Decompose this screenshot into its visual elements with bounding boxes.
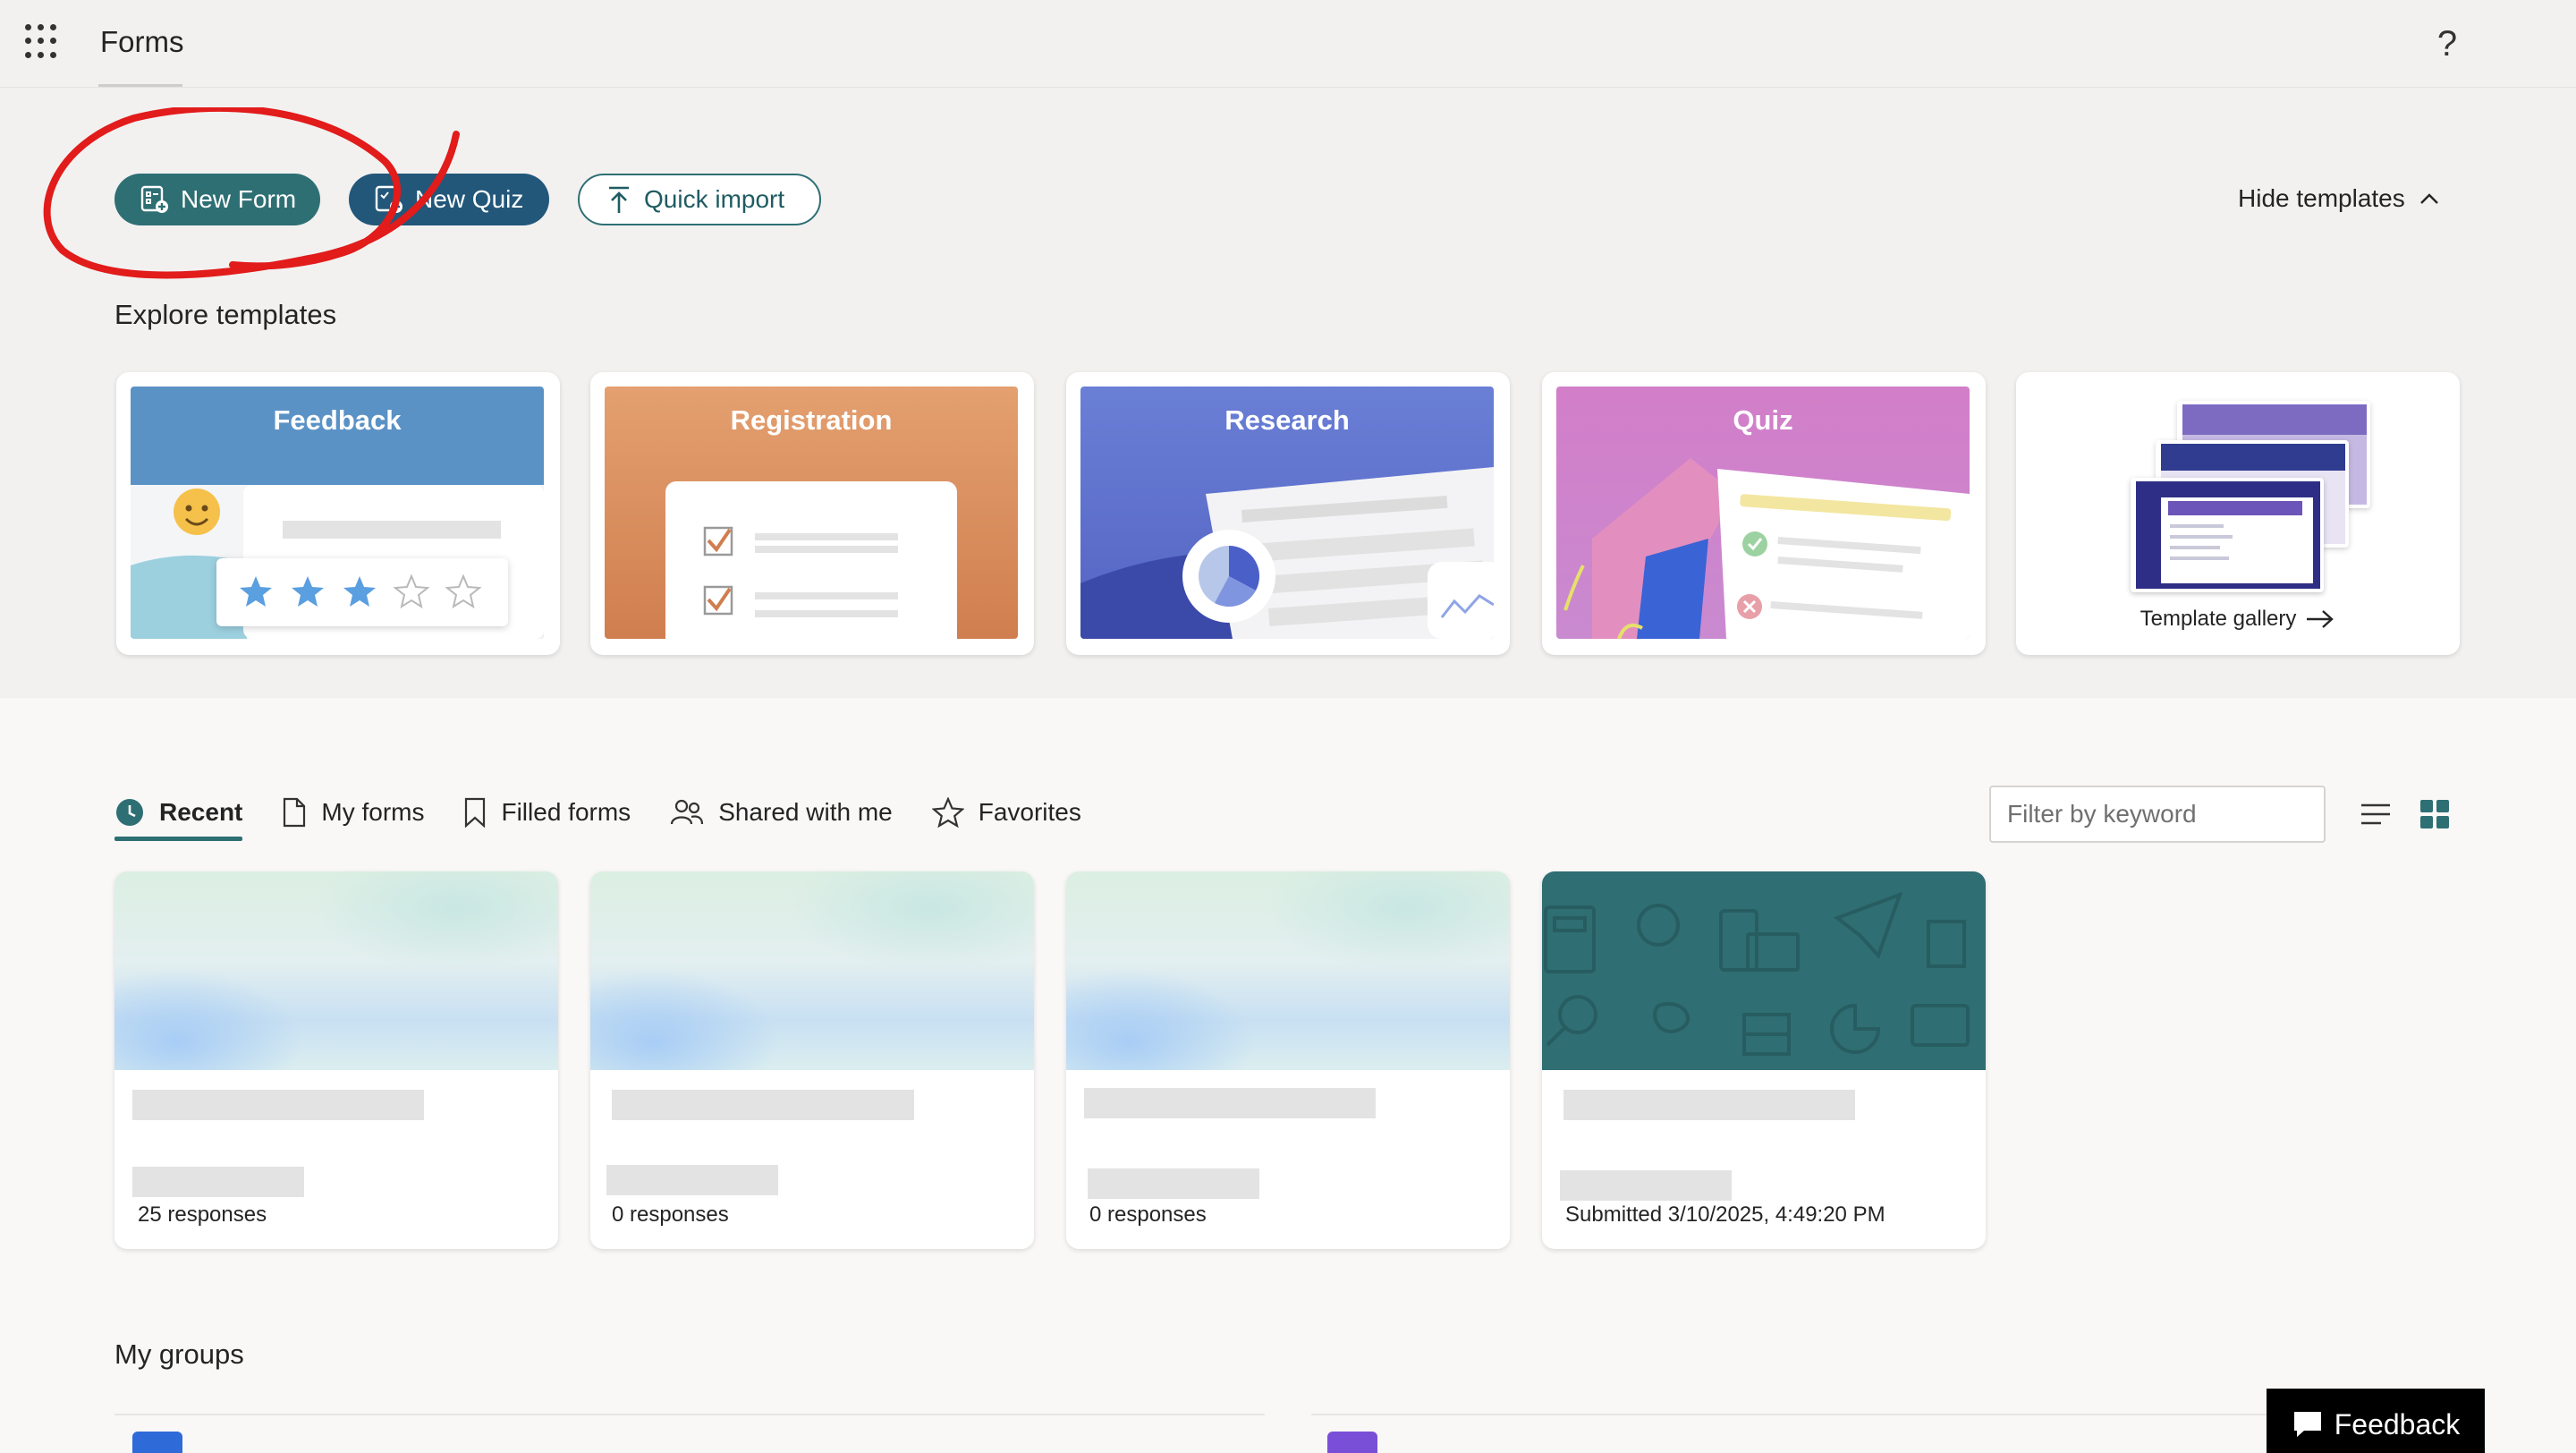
form-response-count: 25 responses bbox=[138, 1202, 267, 1227]
explore-templates-heading: Explore templates bbox=[114, 299, 337, 330]
form-card[interactable]: Submitted 3/10/2025, 4:49:20 PM bbox=[1542, 871, 1986, 1249]
template-gallery-label: Template gallery bbox=[2140, 607, 2297, 631]
form-thumbnail-teal bbox=[1542, 871, 1986, 1070]
chat-icon bbox=[2293, 1412, 2321, 1437]
new-quiz-icon bbox=[375, 185, 402, 213]
template-title-research: Research bbox=[1224, 404, 1350, 436]
template-title-quiz: Quiz bbox=[1733, 404, 1793, 436]
tab-shared-with-me-label: Shared with me bbox=[718, 798, 893, 826]
form-thumbnail bbox=[590, 871, 1034, 1070]
list-view-icon[interactable] bbox=[2358, 796, 2394, 832]
quiz-template-art: Quiz bbox=[1556, 387, 1970, 639]
form-thumbnail bbox=[1066, 871, 1510, 1070]
form-owner-placeholder bbox=[1560, 1170, 1732, 1201]
hide-templates-label: Hide templates bbox=[2238, 184, 2405, 212]
template-gallery-illustration bbox=[2131, 401, 2370, 592]
new-form-label: New Form bbox=[181, 185, 297, 213]
template-card-registration[interactable]: Registration bbox=[590, 372, 1034, 655]
templates-section: New Form New Quiz Quick import Hide temp… bbox=[0, 88, 2576, 698]
template-gallery-card[interactable]: Template gallery bbox=[2016, 372, 2460, 655]
tab-my-forms[interactable]: My forms bbox=[282, 787, 424, 837]
grid-view-icon[interactable] bbox=[2417, 796, 2453, 832]
app-header: Forms ? bbox=[0, 0, 2576, 88]
star-icon bbox=[931, 797, 964, 828]
feedback-button[interactable]: Feedback bbox=[2267, 1389, 2485, 1453]
template-title-registration: Registration bbox=[730, 404, 893, 436]
form-submitted-date: Submitted 3/10/2025, 4:49:20 PM bbox=[1565, 1202, 1885, 1227]
tab-filled-forms-label: Filled forms bbox=[501, 798, 631, 826]
form-doodle-pattern bbox=[1544, 891, 1970, 1056]
tab-filled-forms[interactable]: Filled forms bbox=[463, 787, 631, 837]
form-title-placeholder bbox=[132, 1090, 424, 1120]
group-avatar[interactable] bbox=[1327, 1432, 1377, 1453]
template-title-feedback: Feedback bbox=[273, 404, 402, 436]
form-card[interactable]: 0 responses bbox=[590, 871, 1034, 1249]
quick-import-button[interactable]: Quick import bbox=[578, 174, 821, 225]
filter-keyword-input[interactable] bbox=[1989, 786, 2326, 843]
app-title[interactable]: Forms bbox=[100, 25, 184, 59]
tab-shared-with-me[interactable]: Shared with me bbox=[670, 787, 893, 837]
arrow-right-icon bbox=[2307, 610, 2334, 628]
my-groups-heading: My groups bbox=[114, 1338, 244, 1370]
template-card-feedback[interactable]: Feedback bbox=[116, 372, 560, 655]
form-card[interactable]: 25 responses bbox=[114, 871, 558, 1249]
new-form-button[interactable]: New Form bbox=[114, 174, 320, 225]
form-thumbnail bbox=[114, 871, 558, 1070]
group-card-divider bbox=[114, 1414, 1265, 1415]
form-owner-placeholder bbox=[132, 1167, 304, 1197]
quick-import-label: Quick import bbox=[644, 185, 785, 213]
new-form-icon bbox=[140, 185, 168, 213]
registration-template-art: Registration bbox=[605, 387, 1018, 639]
form-owner-placeholder bbox=[606, 1165, 778, 1195]
template-card-research[interactable]: Research bbox=[1066, 372, 1510, 655]
app-title-underline bbox=[98, 84, 182, 87]
form-owner-placeholder bbox=[1088, 1168, 1259, 1199]
bookmark-icon bbox=[465, 797, 486, 828]
tab-recent-label: Recent bbox=[159, 798, 243, 826]
forms-tab-bar: Recent My forms Filled forms Shared with… bbox=[114, 787, 1121, 843]
feedback-template-art: Feedback bbox=[131, 387, 544, 639]
form-title-placeholder bbox=[612, 1090, 914, 1120]
tab-my-forms-label: My forms bbox=[321, 798, 425, 826]
new-quiz-button[interactable]: New Quiz bbox=[349, 174, 549, 225]
hide-templates-button[interactable]: Hide templates bbox=[2238, 184, 2439, 213]
form-response-count: 0 responses bbox=[612, 1202, 729, 1227]
app-launcher-icon[interactable] bbox=[25, 24, 61, 60]
form-card[interactable]: 0 responses bbox=[1066, 871, 1510, 1249]
form-title-placeholder bbox=[1563, 1090, 1855, 1120]
form-response-count: 0 responses bbox=[1089, 1202, 1207, 1227]
clock-icon bbox=[116, 799, 143, 826]
tab-favorites[interactable]: Favorites bbox=[931, 787, 1081, 837]
new-quiz-label: New Quiz bbox=[415, 185, 524, 213]
feedback-button-label: Feedback bbox=[2334, 1407, 2461, 1440]
form-title-placeholder bbox=[1084, 1088, 1376, 1118]
group-avatar[interactable] bbox=[132, 1432, 182, 1453]
help-button[interactable]: ? bbox=[2429, 21, 2465, 66]
research-template-art: Research bbox=[1080, 387, 1494, 639]
document-icon bbox=[284, 797, 306, 828]
upload-icon bbox=[609, 186, 629, 213]
template-card-quiz[interactable]: Quiz bbox=[1542, 372, 1986, 655]
tab-favorites-label: Favorites bbox=[978, 798, 1081, 826]
template-gallery-link[interactable]: Template gallery bbox=[2016, 607, 2460, 632]
tab-recent[interactable]: Recent bbox=[114, 787, 243, 841]
chevron-up-icon bbox=[2419, 193, 2438, 204]
people-icon bbox=[671, 799, 704, 825]
